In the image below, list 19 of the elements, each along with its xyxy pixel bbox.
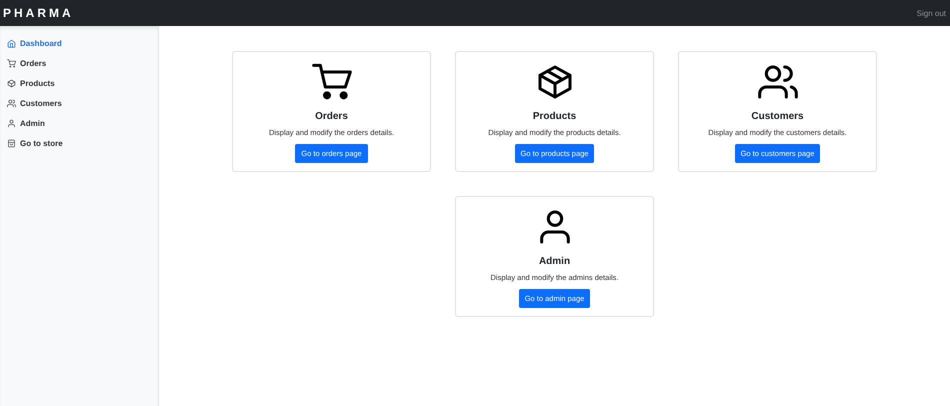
- brand-logo[interactable]: PHARMA: [3, 6, 74, 20]
- sidebar-item[interactable]: Admin: [0, 113, 158, 133]
- sidebar-item[interactable]: Dashboard: [0, 33, 158, 53]
- sidebar-item[interactable]: Products: [0, 73, 158, 93]
- card-title: Orders: [315, 111, 348, 122]
- cart-icon: [7, 58, 16, 68]
- cart-icon: [312, 62, 352, 102]
- sign-out-link[interactable]: Sign out: [916, 9, 946, 18]
- card-title: Products: [532, 111, 576, 122]
- person-icon: [7, 118, 16, 128]
- box-icon: [7, 78, 16, 88]
- sidebar-item[interactable]: Go to store: [0, 133, 158, 153]
- bag-icon: [7, 138, 16, 148]
- card-title: Customers: [751, 111, 804, 122]
- home-icon: [7, 38, 16, 48]
- card-title: Admin: [538, 256, 570, 267]
- people-icon: [7, 98, 16, 108]
- sidebar-item[interactable]: Customers: [0, 93, 158, 113]
- sidebar-item[interactable]: Orders: [0, 53, 158, 73]
